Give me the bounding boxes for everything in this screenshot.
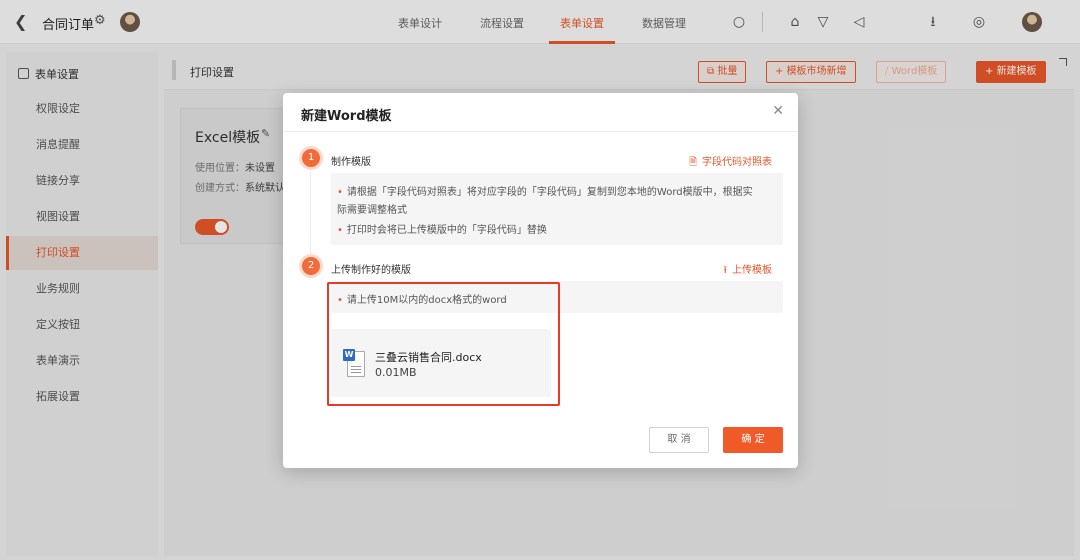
- step-2-badge: 2: [302, 257, 320, 275]
- dialog-divider: [283, 131, 798, 132]
- close-icon[interactable]: ✕: [772, 103, 784, 119]
- upload-icon: ⭱: [723, 265, 728, 276]
- document-icon: 🗎: [688, 157, 697, 168]
- field-code-table-link[interactable]: 🗎 字段代码对照表: [689, 153, 772, 172]
- step-1-title: 制作模版: [331, 157, 371, 168]
- upload-template-label: 上传模板: [732, 265, 772, 276]
- cancel-button[interactable]: 取 消: [649, 427, 709, 453]
- step-1-badge: 1: [302, 149, 320, 167]
- instruction-line: • 请根据「字段代码对照表」将对应字段的「字段代码」复制到您本地的Word模版中，…: [337, 183, 753, 198]
- field-code-table-label: 字段代码对照表: [702, 157, 772, 168]
- instruction-text: 打印时会将已上传模版中的「字段代码」替换: [346, 225, 547, 236]
- new-word-template-dialog: 新建Word模板 ✕ 1 制作模版 🗎 字段代码对照表 • 请根据「字段代码对照表」…: [283, 93, 798, 468]
- step-connector: [310, 171, 311, 263]
- step-2-title: 上传制作好的模版: [331, 265, 411, 276]
- step-1-instructions: • 请根据「字段代码对照表」将对应字段的「字段代码」复制到您本地的Word模版中，…: [331, 173, 783, 245]
- confirm-button[interactable]: 确 定: [723, 427, 783, 453]
- bullet: •: [337, 187, 343, 198]
- instruction-text: 请根据「字段代码对照表」将对应字段的「字段代码」复制到您本地的Word模版中，根…: [346, 187, 753, 198]
- instruction-line: 际需要调整格式: [337, 201, 407, 216]
- instruction-text: 际需要调整格式: [337, 205, 407, 216]
- instruction-line: • 打印时会将已上传模版中的「字段代码」替换: [337, 221, 547, 236]
- upload-template-link[interactable]: ⭱ 上传模板: [724, 261, 773, 280]
- bullet: •: [337, 225, 343, 236]
- highlight-box: [327, 282, 560, 406]
- dialog-title: 新建Word模板: [301, 109, 392, 124]
